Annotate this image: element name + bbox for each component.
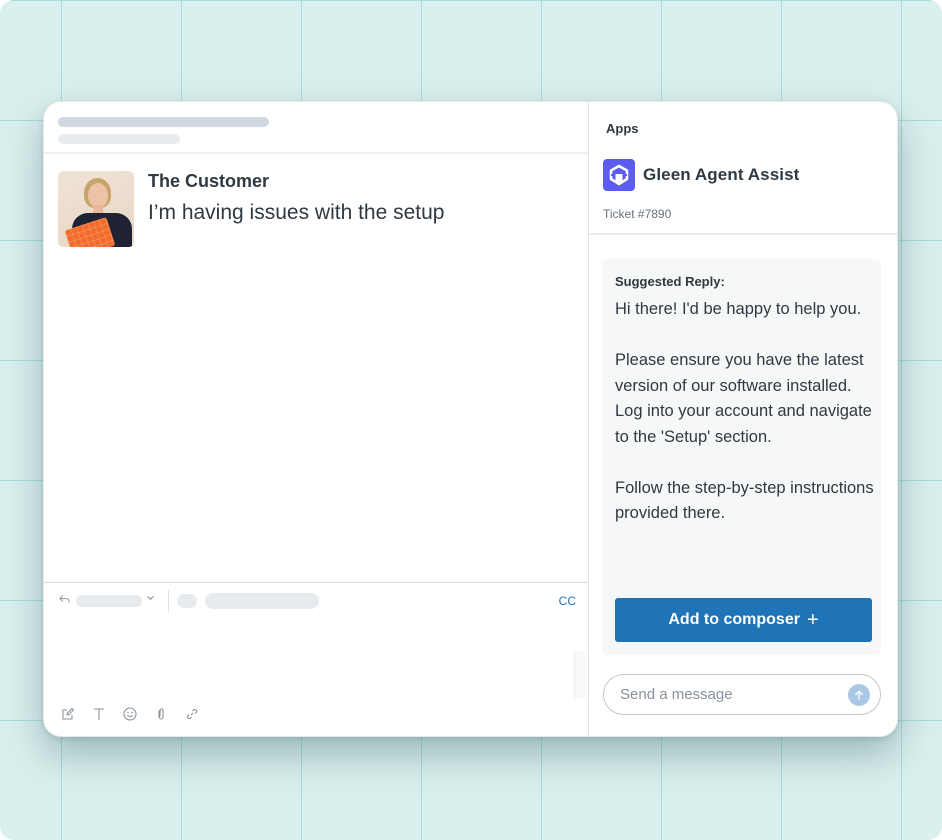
ticket-title-placeholder [58,117,269,127]
chevron-down-icon[interactable] [146,593,158,607]
gleen-logo-icon [603,159,635,191]
text-format-icon[interactable] [92,705,123,723]
composer-bottom-border [44,736,588,737]
suggested-reply-card: Suggested Reply: Hi there! I'd be happy … [602,259,881,655]
compose-icon[interactable] [61,705,92,723]
add-to-composer-button[interactable]: Add to composer + [615,598,872,642]
toolbar-divider [168,590,169,612]
cc-button[interactable]: CC [559,594,576,608]
arrow-up-icon [855,690,863,700]
ticket-header [44,102,588,154]
composer-scrollbar[interactable] [574,651,586,699]
attachment-icon[interactable] [154,705,185,723]
emoji-icon[interactable] [123,705,154,723]
send-button[interactable] [848,684,870,706]
reply-paragraph: Please ensure you have the latest versio… [615,351,872,446]
plus-icon: + [806,609,819,631]
add-to-composer-label: Add to composer [668,611,800,628]
reply-paragraph: Follow the step-by-step instructions pro… [615,478,874,523]
channel-placeholder [177,594,197,608]
chat-input-box [603,674,881,715]
suggested-reply-text: Hi there! I'd be happy to help you. Plea… [615,297,875,527]
apps-section-label: Apps [606,121,639,136]
message-text: I’m having issues with the setup [148,201,445,224]
customer-avatar [58,171,134,247]
link-icon[interactable] [185,705,216,723]
apps-header: Apps Gleen Agent Assist Ticket #7890 [589,102,897,235]
apps-panel: Apps Gleen Agent Assist Ticket #7890 Sug… [589,102,897,736]
suggested-reply-label: Suggested Reply: [615,274,725,289]
support-window: The Customer I’m having issues with the … [43,101,898,737]
ticket-number: Ticket #7890 [603,207,672,221]
customer-message: The Customer I’m having issues with the … [58,171,444,247]
recipient-placeholder[interactable] [76,595,142,607]
reply-icon[interactable] [58,593,72,607]
app-title-row: Gleen Agent Assist [603,159,799,191]
reply-paragraph: Hi there! I'd be happy to help you. [615,300,862,318]
formatting-toolbar [61,705,216,723]
composer-toolbar: CC [44,583,588,619]
message-author: The Customer [148,171,270,191]
conversation-panel: The Customer I’m having issues with the … [44,102,589,736]
reply-composer: CC [44,582,588,737]
ticket-subtitle-placeholder [58,134,180,144]
requester-placeholder [205,593,319,609]
send-message-input[interactable] [620,675,840,714]
app-name: Gleen Agent Assist [643,165,800,184]
